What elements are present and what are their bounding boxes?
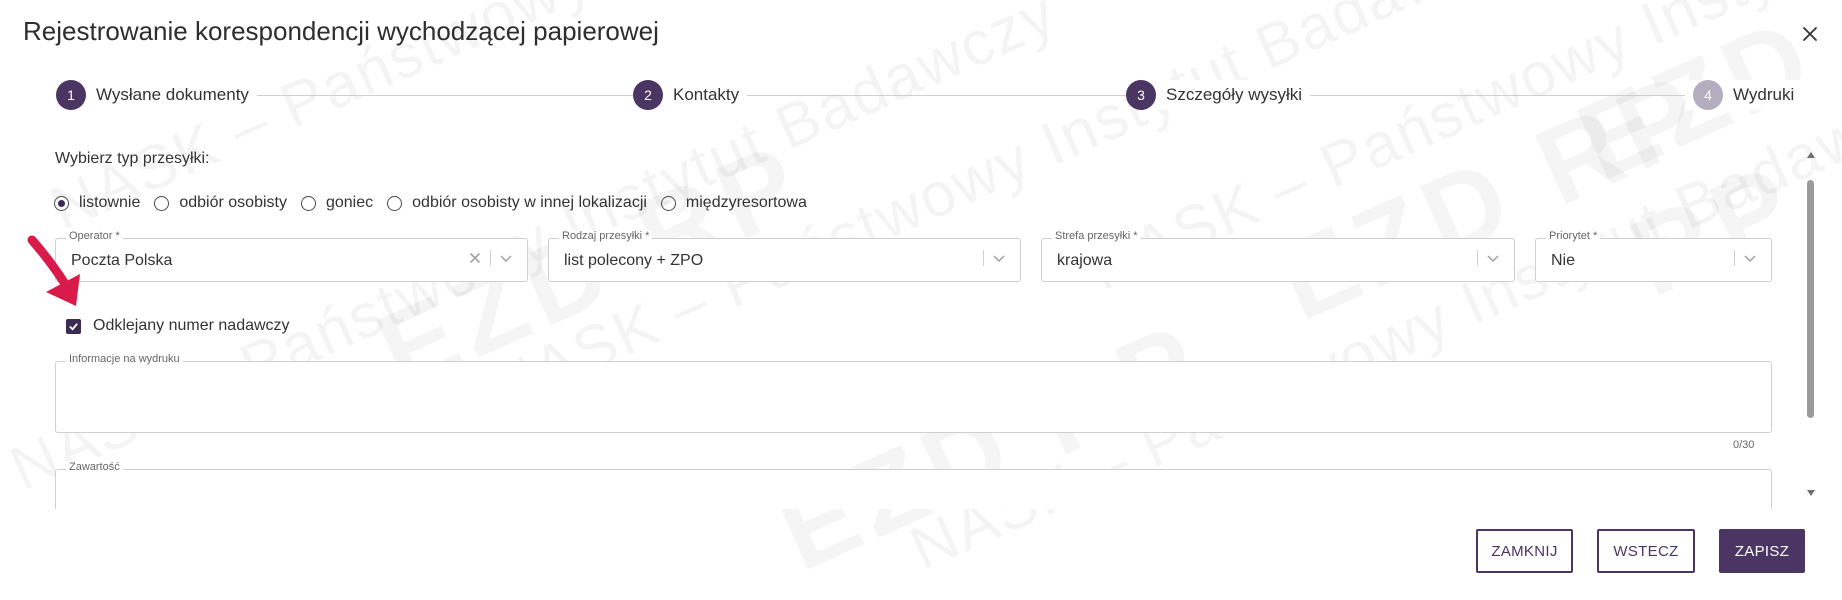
radio-odbior-osobisty-inna-lokalizacja[interactable]: odbiór osobisty w innej lokalizacji [387,194,647,212]
watermark-logo: EZD RP [760,296,1224,596]
shipment-type-radio-group: listownie odbiór osobisty goniec odbiór … [54,194,821,212]
radio-goniec[interactable]: goniec [300,194,374,212]
step-number: 2 [633,80,663,110]
step-1[interactable]: 1 Wysłane dokumenty [56,80,257,110]
radio-button[interactable] [387,195,403,211]
step-3[interactable]: 3 Szczegóły wysyłki [1126,80,1311,110]
radio-miedzyresortowa[interactable]: międzyresortowa [660,194,807,212]
zawartosc-textarea[interactable]: Zawartość [55,461,1772,509]
radio-label: odbiór osobisty [179,194,287,211]
radio-button[interactable] [660,195,676,211]
back-button[interactable]: WSTECZ [1597,529,1695,573]
rodzaj-przesylki-label: Rodzaj przesyłki * [559,230,653,242]
close-icon [1803,27,1817,41]
save-button[interactable]: ZAPISZ [1719,529,1805,573]
radio-button[interactable] [154,195,170,211]
chevron-down-icon[interactable] [1743,251,1757,265]
step-4[interactable]: 4 Wydruki [1685,80,1803,110]
step-label: Wysłane dokumenty [96,85,249,104]
step-connector [256,95,696,96]
strefa-przesylki-label: Strefa przesyłki * [1052,230,1141,242]
rodzaj-przesylki-select[interactable]: Rodzaj przesyłki * list polecony + ZPO [548,230,1021,282]
separator [1734,250,1735,266]
dialog-actions: ZAMKNIJ WSTECZ ZAPISZ [1476,529,1805,573]
clear-icon[interactable] [468,251,482,265]
separator [1477,250,1478,266]
annotation-arrow-icon [27,235,80,306]
close-button[interactable] [1796,20,1824,48]
informacje-na-wydruku-textarea[interactable]: Informacje na wydruku [55,353,1772,433]
radio-label: goniec [325,194,374,211]
chevron-down-icon[interactable] [499,251,513,265]
step-label: Kontakty [673,85,740,104]
step-number: 3 [1126,80,1156,110]
radio-label: międzyresortowa [685,194,807,211]
scroll-down-icon[interactable] [1806,488,1816,498]
radio-button[interactable] [54,195,69,211]
check-icon [69,322,78,331]
rodzaj-przesylki-value: list polecony + ZPO [564,252,704,269]
zawartosc-label: Zawartość [66,461,123,473]
close-dialog-button[interactable]: ZAMKNIJ [1476,529,1573,573]
scroll-up-icon[interactable] [1806,150,1816,160]
priorytet-value: Nie [1551,252,1576,269]
step-number: 4 [1693,80,1723,110]
shipment-type-label: Wybierz typ przesyłki: [55,150,210,167]
separator [983,250,984,266]
step-number: 1 [56,80,86,110]
chevron-down-icon[interactable] [992,251,1006,265]
radio-listownie[interactable]: listownie [54,194,140,212]
priorytet-select[interactable]: Priorytet * Nie [1535,230,1772,282]
radio-label: listownie [79,194,141,211]
scroll-thumb[interactable] [1807,180,1814,418]
dialog-title: Rejestrowanie korespondencji wychodzącej… [23,16,659,46]
step-connector [736,95,1186,96]
odklejany-numer-label: Odklejany numer nadawczy [93,317,290,334]
strefa-przesylki-select[interactable]: Strefa przesyłki * krajowa [1041,230,1515,282]
radio-label: odbiór osobisty w innej lokalizacji [412,194,647,211]
step-label: Wydruki [1733,85,1795,104]
operator-select[interactable]: Operator * Poczta Polska [55,230,528,282]
informacje-na-wydruku-label: Informacje na wydruku [66,353,183,365]
step-2[interactable]: 2 Kontakty [633,80,748,110]
stepper: 1 Wysłane dokumenty 2 Kontakty 3 Szczegó… [56,80,1803,112]
separator [490,250,491,266]
radio-button[interactable] [300,195,316,211]
scrollbar[interactable] [1804,148,1818,498]
radio-odbior-osobisty[interactable]: odbiór osobisty [154,194,287,212]
step-connector [1296,95,1736,96]
strefa-przesylki-value: krajowa [1057,252,1113,269]
step-label: Szczegóły wysyłki [1166,85,1303,104]
character-counter: 0/30 [1733,439,1755,451]
odklejany-numer-checkbox-row[interactable]: Odklejany numer nadawczy [66,317,290,335]
priorytet-label: Priorytet * [1546,230,1601,242]
chevron-down-icon[interactable] [1486,251,1500,265]
odklejany-numer-checkbox[interactable] [66,318,81,334]
